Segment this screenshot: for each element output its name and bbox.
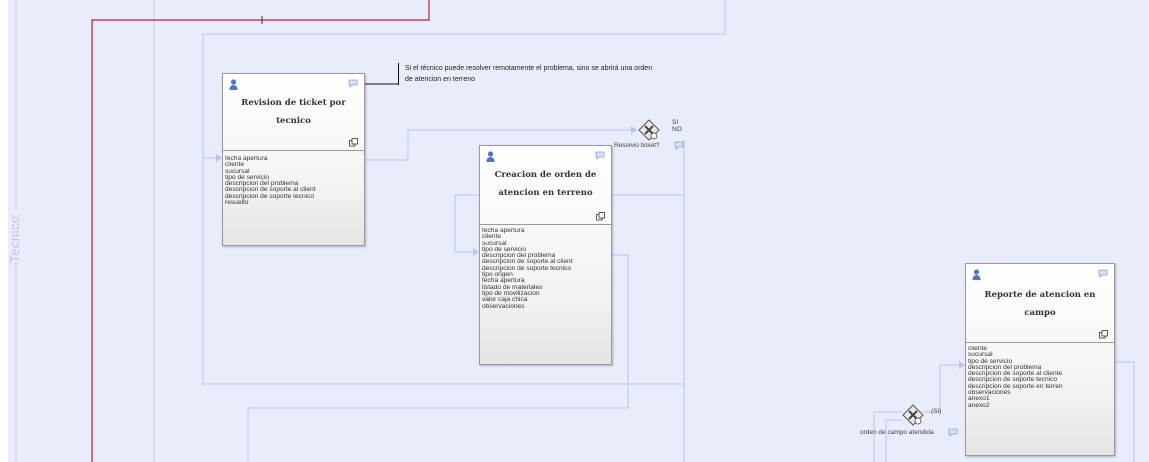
subprocess-icon[interactable] — [596, 212, 605, 221]
sequence-flow — [924, 364, 965, 413]
subprocess-icon[interactable] — [1099, 330, 1108, 339]
user-icon — [972, 269, 981, 280]
text-annotation: Si el técnico puede resolver remotamente… — [398, 63, 725, 85]
diagram-canvas: Tecnico Si el técnico puede resolver rem… — [0, 0, 1149, 462]
field-item: anexo2 — [968, 401, 990, 409]
user-icon — [486, 151, 495, 162]
task-title: Revision de ticket por tecnico — [241, 98, 346, 126]
task-header: Reporte de atencion en campo — [966, 264, 1114, 343]
task-title: Reporte de atencion en campo — [984, 290, 1096, 318]
task-title: Creacion de orden de atencion en terreno — [494, 170, 597, 198]
task-field-list: fecha apertura cliente sucursal tipo de … — [482, 228, 609, 310]
task-revision-de-ticket[interactable]: Revision de ticket por tecnico fecha ape… — [222, 73, 365, 246]
sequence-flow — [1113, 361, 1135, 462]
annotation-line: de atencion en terreno — [405, 76, 476, 83]
task-field-list: fecha apertura cliente sucursal tipo de … — [225, 156, 362, 206]
comment-icon[interactable] — [595, 151, 605, 160]
task-header: Revision de ticket por tecnico — [223, 74, 364, 151]
user-icon — [229, 79, 238, 90]
gateway-output-yes: SI — [672, 119, 679, 126]
gateway-label: Resolvio ticket? — [614, 142, 660, 149]
task-header: Creacion de orden de atencion en terreno — [480, 146, 611, 225]
field-item: observaciones — [482, 302, 525, 310]
task-field-list: cliente sucursal tipo de servicio descri… — [968, 346, 1112, 409]
gateway-output-yes: (SI) — [931, 408, 942, 415]
comment-icon[interactable] — [348, 79, 358, 88]
field-item: resuelto — [225, 199, 249, 207]
task-reporte-de-atencion[interactable]: Reporte de atencion en campo cliente suc… — [965, 263, 1115, 456]
gateway-icon[interactable] — [902, 404, 924, 426]
flow-arrowhead — [631, 126, 637, 134]
gateway-label: orden de campo atendida — [860, 429, 934, 436]
task-creacion-de-orden[interactable]: Creacion de orden de atencion en terreno… — [479, 145, 612, 365]
sequence-flow — [885, 419, 902, 462]
comment-icon[interactable] — [674, 141, 684, 150]
subprocess-icon[interactable] — [349, 138, 358, 147]
gateway-icon[interactable] — [638, 119, 660, 141]
gateway-output-no: NO — [672, 126, 682, 133]
comment-icon[interactable] — [948, 428, 958, 437]
annotation-line: Si el técnico puede resolver remotamente… — [405, 65, 653, 72]
comment-icon[interactable] — [1098, 269, 1108, 278]
